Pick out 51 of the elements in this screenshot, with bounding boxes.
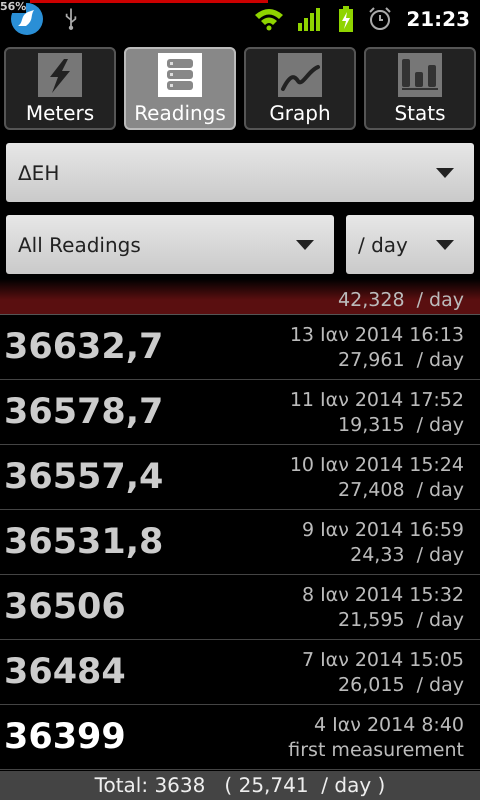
total-bar: Total: 3638 ( 25,741 / day ) xyxy=(0,771,480,800)
date-text: 7 Ιαν 2014 15:05 xyxy=(302,648,464,670)
reading-value: 36578,7 xyxy=(4,392,164,432)
reading-value: 36399 xyxy=(4,717,126,757)
caret-icon xyxy=(296,240,314,250)
date-text: 10 Ιαν 2014 15:24 xyxy=(290,454,464,476)
date-text: 11 Ιαν 2014 17:52 xyxy=(290,388,464,410)
list-row[interactable]: 36484 7 Ιαν 2014 15:05 26,015 / day xyxy=(0,640,480,705)
reading-value: 36484 xyxy=(4,652,126,692)
battery-icon xyxy=(338,6,354,32)
date-text: 4 Ιαν 2014 8:40 xyxy=(314,714,464,736)
list-row[interactable]: 36506 8 Ιαν 2014 15:32 21,595 / day xyxy=(0,575,480,640)
line-graph-icon xyxy=(278,53,322,97)
unit-dropdown[interactable]: / day xyxy=(346,215,474,274)
rate-text: 24,33 / day xyxy=(350,544,464,566)
filter-dropdown[interactable]: All Readings xyxy=(6,215,334,274)
rate-text: 26,015 / day xyxy=(338,674,464,696)
date-text: 9 Ιαν 2014 16:59 xyxy=(302,518,464,540)
meter-dropdown[interactable]: ΔΕΗ xyxy=(6,143,474,202)
list-row[interactable]: 36632,7 13 Ιαν 2014 16:13 27,961 / day xyxy=(0,315,480,380)
date-text: 8 Ιαν 2014 15:32 xyxy=(302,584,464,606)
list-icon xyxy=(158,53,202,97)
list-row[interactable]: 36557,4 10 Ιαν 2014 15:24 27,408 / day xyxy=(0,445,480,510)
caret-icon xyxy=(436,168,454,178)
wifi-icon xyxy=(254,7,284,31)
lightning-icon xyxy=(38,53,82,97)
rate-text: 19,315 / day xyxy=(338,414,464,436)
rate-text: 21,595 / day xyxy=(338,608,464,630)
rate-text: 42,328 / day xyxy=(338,289,464,311)
list-row[interactable]: 36531,8 9 Ιαν 2014 16:59 24,33 / day xyxy=(0,510,480,575)
list-row[interactable]: 36399 4 Ιαν 2014 8:40 first measurement xyxy=(0,705,480,770)
battery-percent: 56% xyxy=(0,0,26,13)
list-row[interactable]: 42,328 / day xyxy=(0,279,480,315)
rate-text: first measurement xyxy=(288,738,464,760)
tab[interactable]: Stats xyxy=(364,47,476,130)
tab[interactable]: Graph xyxy=(244,47,356,130)
clock: 21:23 xyxy=(406,7,470,31)
date-text: 13 Ιαν 2014 16:13 xyxy=(290,324,464,346)
tab[interactable]: Meters xyxy=(4,47,116,130)
reading-value: 36506 xyxy=(4,587,126,627)
caret-icon xyxy=(436,240,454,250)
rate-text: 27,408 / day xyxy=(338,478,464,500)
list-row[interactable]: 36578,7 11 Ιαν 2014 17:52 19,315 / day xyxy=(0,380,480,445)
bar-chart-icon xyxy=(398,53,442,97)
usb-icon xyxy=(64,7,78,31)
reading-value: 36632,7 xyxy=(4,327,164,367)
tab[interactable]: Readings xyxy=(124,47,236,130)
alarm-icon xyxy=(368,7,392,31)
reading-value: 36531,8 xyxy=(4,522,164,562)
rate-text: 27,961 / day xyxy=(338,348,464,370)
reading-value: 36557,4 xyxy=(4,457,164,497)
